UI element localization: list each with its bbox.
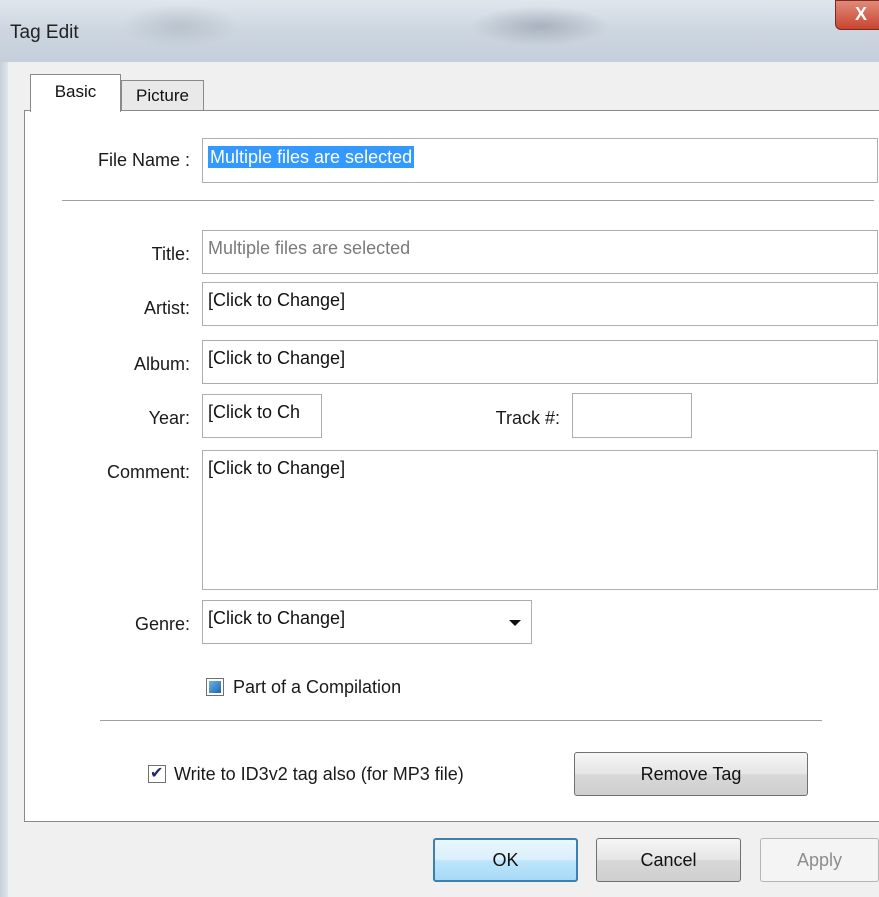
comment-textarea[interactable]: [Click to Change] bbox=[202, 450, 878, 590]
genre-value: [Click to Change] bbox=[208, 608, 346, 628]
title-label: Title: bbox=[151, 244, 190, 264]
apply-button[interactable]: Apply bbox=[760, 838, 879, 882]
genre-select[interactable]: [Click to Change] bbox=[202, 600, 532, 644]
file-name-label: File Name : bbox=[97, 150, 190, 170]
chevron-down-icon[interactable] bbox=[509, 620, 521, 626]
window-title: Tag Edit bbox=[10, 22, 79, 43]
album-value: [Click to Change] bbox=[208, 348, 346, 368]
year-label: Year: bbox=[148, 408, 190, 428]
year-input[interactable]: [Click to Ch bbox=[202, 394, 322, 438]
comment-value: [Click to Change] bbox=[208, 458, 346, 478]
window-frame bbox=[0, 62, 8, 897]
close-icon[interactable]: X bbox=[835, 0, 879, 30]
album-input[interactable]: [Click to Change] bbox=[202, 340, 878, 384]
title-bar-blur bbox=[470, 6, 610, 46]
tab-picture[interactable]: Picture bbox=[121, 80, 204, 111]
cancel-button[interactable]: Cancel bbox=[596, 838, 741, 882]
file-name-input[interactable]: Multiple files are selected bbox=[202, 138, 878, 183]
track-label: Track #: bbox=[495, 408, 560, 428]
artist-label: Artist: bbox=[143, 298, 190, 318]
compilation-checkbox[interactable] bbox=[206, 678, 224, 696]
file-name-value: Multiple files are selected bbox=[208, 146, 415, 168]
genre-label: Genre: bbox=[134, 614, 190, 634]
title-input[interactable]: Multiple files are selected bbox=[202, 230, 878, 274]
compilation-label: Part of a Compilation bbox=[233, 677, 402, 697]
ok-button[interactable]: OK bbox=[433, 838, 578, 882]
comment-label: Comment: bbox=[106, 462, 190, 482]
year-value: [Click to Ch bbox=[208, 402, 301, 422]
tab-picture-label: Picture bbox=[136, 86, 189, 105]
track-input[interactable] bbox=[572, 393, 692, 438]
divider bbox=[100, 720, 822, 721]
tab-basic-label: Basic bbox=[54, 82, 97, 101]
checkmark-icon: ✔ bbox=[150, 765, 164, 782]
remove-tag-button[interactable]: Remove Tag bbox=[574, 752, 808, 796]
title-value: Multiple files are selected bbox=[208, 238, 411, 258]
title-bar: Tag Edit X bbox=[0, 0, 879, 62]
artist-input[interactable]: [Click to Change] bbox=[202, 282, 878, 326]
artist-value: [Click to Change] bbox=[208, 290, 346, 310]
divider bbox=[62, 200, 874, 201]
write-id3v2-label: Write to ID3v2 tag also (for MP3 file) bbox=[174, 764, 464, 784]
write-id3v2-checkbox[interactable]: ✔ bbox=[148, 765, 166, 783]
album-label: Album: bbox=[133, 354, 190, 374]
title-bar-blur bbox=[120, 4, 240, 48]
tab-basic[interactable]: Basic bbox=[30, 74, 121, 112]
